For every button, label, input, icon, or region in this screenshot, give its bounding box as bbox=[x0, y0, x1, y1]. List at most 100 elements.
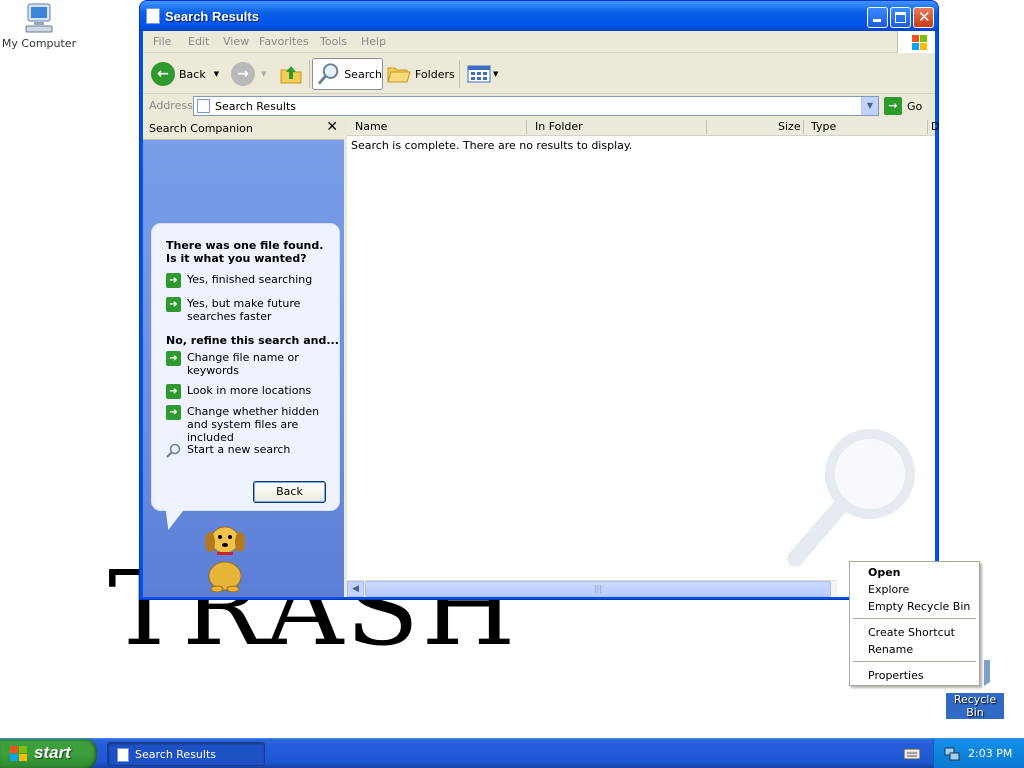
clock[interactable]: 2:03 PM bbox=[968, 747, 1012, 760]
windows-logo-icon bbox=[10, 746, 27, 761]
maximize-button[interactable] bbox=[890, 7, 911, 28]
scroll-left-icon[interactable]: ◀ bbox=[347, 581, 364, 597]
forward-dropdown-icon[interactable]: ▼ bbox=[261, 70, 266, 78]
back-label: Back bbox=[179, 67, 206, 81]
column-type[interactable]: Type bbox=[811, 120, 836, 133]
window-body: File Edit View Favorites Tools Help ← Ba… bbox=[143, 31, 939, 597]
search-label: Search bbox=[344, 67, 382, 81]
folders-label: Folders bbox=[415, 67, 455, 81]
search-icon bbox=[317, 63, 339, 85]
back-button[interactable]: ← Back ▼ bbox=[151, 58, 219, 90]
taskbar-search-results[interactable]: Search Results bbox=[107, 742, 265, 766]
back-dropdown-icon[interactable]: ▼ bbox=[214, 70, 219, 78]
option-label: Yes, finished searching bbox=[187, 273, 313, 286]
views-icon bbox=[467, 65, 491, 83]
start-label: start bbox=[34, 743, 71, 762]
context-open[interactable]: Open bbox=[868, 566, 901, 579]
search-results-window: Search Results ✕ File Edit View Favorite… bbox=[139, 0, 939, 600]
menu-bar: File Edit View Favorites Tools Help bbox=[143, 31, 935, 53]
no-results-message: Search is complete. There are no results… bbox=[351, 139, 633, 152]
forward-arrow-icon: → bbox=[231, 62, 255, 86]
results-list[interactable]: Name In Folder Size Type D Search is com… bbox=[347, 118, 939, 597]
option-more-locations[interactable]: ➔ Look in more locations bbox=[166, 384, 334, 399]
toolbar-separator bbox=[309, 60, 310, 88]
option-label: Look in more locations bbox=[187, 384, 312, 397]
address-label: Address bbox=[149, 99, 193, 112]
address-value: Search Results bbox=[215, 100, 297, 113]
column-name[interactable]: Name bbox=[355, 120, 387, 133]
context-empty-recycle-bin[interactable]: Empty Recycle Bin bbox=[868, 600, 970, 613]
option-finished-searching[interactable]: ➔ Yes, finished searching bbox=[166, 273, 334, 288]
companion-back-button[interactable]: Back bbox=[253, 481, 326, 503]
address-dropdown-icon[interactable]: ▼ bbox=[861, 97, 878, 115]
views-button[interactable]: ▼ bbox=[467, 58, 498, 90]
menu-view[interactable]: View bbox=[223, 35, 249, 48]
views-dropdown-icon: ▼ bbox=[493, 70, 499, 78]
search-companion-pane: Search Companion ✕ There was one file fo… bbox=[143, 118, 344, 597]
column-headers: Name In Folder Size Type D bbox=[347, 118, 939, 136]
menu-separator bbox=[853, 661, 976, 662]
minimize-button[interactable] bbox=[867, 7, 888, 28]
folders-icon bbox=[387, 67, 411, 83]
search-button[interactable]: Search bbox=[312, 58, 383, 90]
column-size[interactable]: Size bbox=[778, 120, 801, 133]
menu-edit[interactable]: Edit bbox=[188, 35, 209, 48]
option-label: Start a new search bbox=[187, 443, 291, 456]
magnifier-watermark-icon bbox=[787, 429, 915, 567]
menu-tools[interactable]: Tools bbox=[320, 35, 347, 48]
task-label: Search Results bbox=[135, 748, 217, 761]
context-explore[interactable]: Explore bbox=[868, 583, 909, 596]
refine-heading: No, refine this search and... bbox=[166, 334, 339, 347]
balloon-tail bbox=[160, 510, 184, 530]
search-companion-header: Search Companion ✕ bbox=[143, 118, 344, 140]
column-in-folder[interactable]: In Folder bbox=[535, 120, 583, 133]
search-dog-icon[interactable] bbox=[195, 520, 255, 592]
context-rename[interactable]: Rename bbox=[868, 643, 913, 656]
menu-favorites[interactable]: Favorites bbox=[259, 35, 309, 48]
scroll-thumb[interactable]: ||| bbox=[365, 581, 831, 597]
menu-file[interactable]: File bbox=[153, 35, 171, 48]
back-arrow-icon: ← bbox=[151, 62, 175, 86]
my-computer-desktop-icon[interactable]: My Computer bbox=[0, 2, 78, 50]
option-hidden-system-files[interactable]: ➔ Change whether hidden and system files… bbox=[166, 405, 334, 444]
context-create-shortcut[interactable]: Create Shortcut bbox=[868, 626, 955, 639]
computer-icon bbox=[25, 3, 53, 33]
recycle-bin-context-menu: Open Explore Empty Recycle Bin Create Sh… bbox=[849, 561, 980, 686]
option-new-search[interactable]: Start a new search bbox=[166, 443, 334, 458]
column-date[interactable]: D bbox=[931, 120, 939, 133]
up-folder-button[interactable] bbox=[279, 58, 303, 90]
system-tray: 2:03 PM bbox=[933, 739, 1024, 768]
start-button[interactable]: start bbox=[0, 739, 97, 768]
recycle-bin-label: Recycle Bin bbox=[946, 693, 1004, 719]
option-label: Change file name or keywords bbox=[187, 351, 299, 377]
green-arrow-icon: ➔ bbox=[166, 273, 181, 288]
menu-help[interactable]: Help bbox=[361, 35, 386, 48]
forward-button[interactable]: → ▼ bbox=[231, 58, 266, 90]
option-change-file-name[interactable]: ➔ Change file name or keywords bbox=[166, 351, 334, 377]
window-title: Search Results bbox=[165, 9, 259, 24]
green-arrow-icon: ➔ bbox=[166, 384, 181, 399]
green-arrow-icon: ➔ bbox=[166, 405, 181, 420]
green-arrow-icon: ➔ bbox=[166, 351, 181, 366]
horizontal-scrollbar[interactable]: ◀ ||| bbox=[347, 580, 837, 597]
go-arrow-icon: → bbox=[884, 97, 902, 115]
context-properties[interactable]: Properties bbox=[868, 669, 924, 682]
go-button[interactable]: → Go bbox=[884, 97, 922, 115]
green-arrow-icon: ➔ bbox=[166, 297, 181, 312]
maximize-icon bbox=[895, 12, 906, 23]
close-icon: ✕ bbox=[918, 8, 931, 26]
taskbar: start Search Results 2:03 PM bbox=[0, 738, 1024, 768]
network-icon[interactable] bbox=[944, 746, 960, 762]
search-results-folder-icon bbox=[197, 99, 210, 113]
close-pane-icon[interactable]: ✕ bbox=[326, 119, 338, 135]
companion-balloon: There was one file found. Is it what you… bbox=[151, 223, 340, 511]
option-faster-searches[interactable]: ➔ Yes, but make future searches faster bbox=[166, 297, 334, 323]
close-button[interactable]: ✕ bbox=[913, 7, 934, 28]
keyboard-icon[interactable] bbox=[904, 748, 920, 760]
address-field[interactable]: Search Results ▼ bbox=[193, 96, 879, 116]
search-result-question: There was one file found. Is it what you… bbox=[166, 239, 324, 265]
title-bar[interactable]: Search Results ✕ bbox=[140, 1, 938, 31]
up-folder-icon bbox=[280, 66, 302, 84]
option-label: Change whether hidden and system files a… bbox=[187, 405, 320, 444]
folders-button[interactable]: Folders bbox=[387, 58, 455, 90]
